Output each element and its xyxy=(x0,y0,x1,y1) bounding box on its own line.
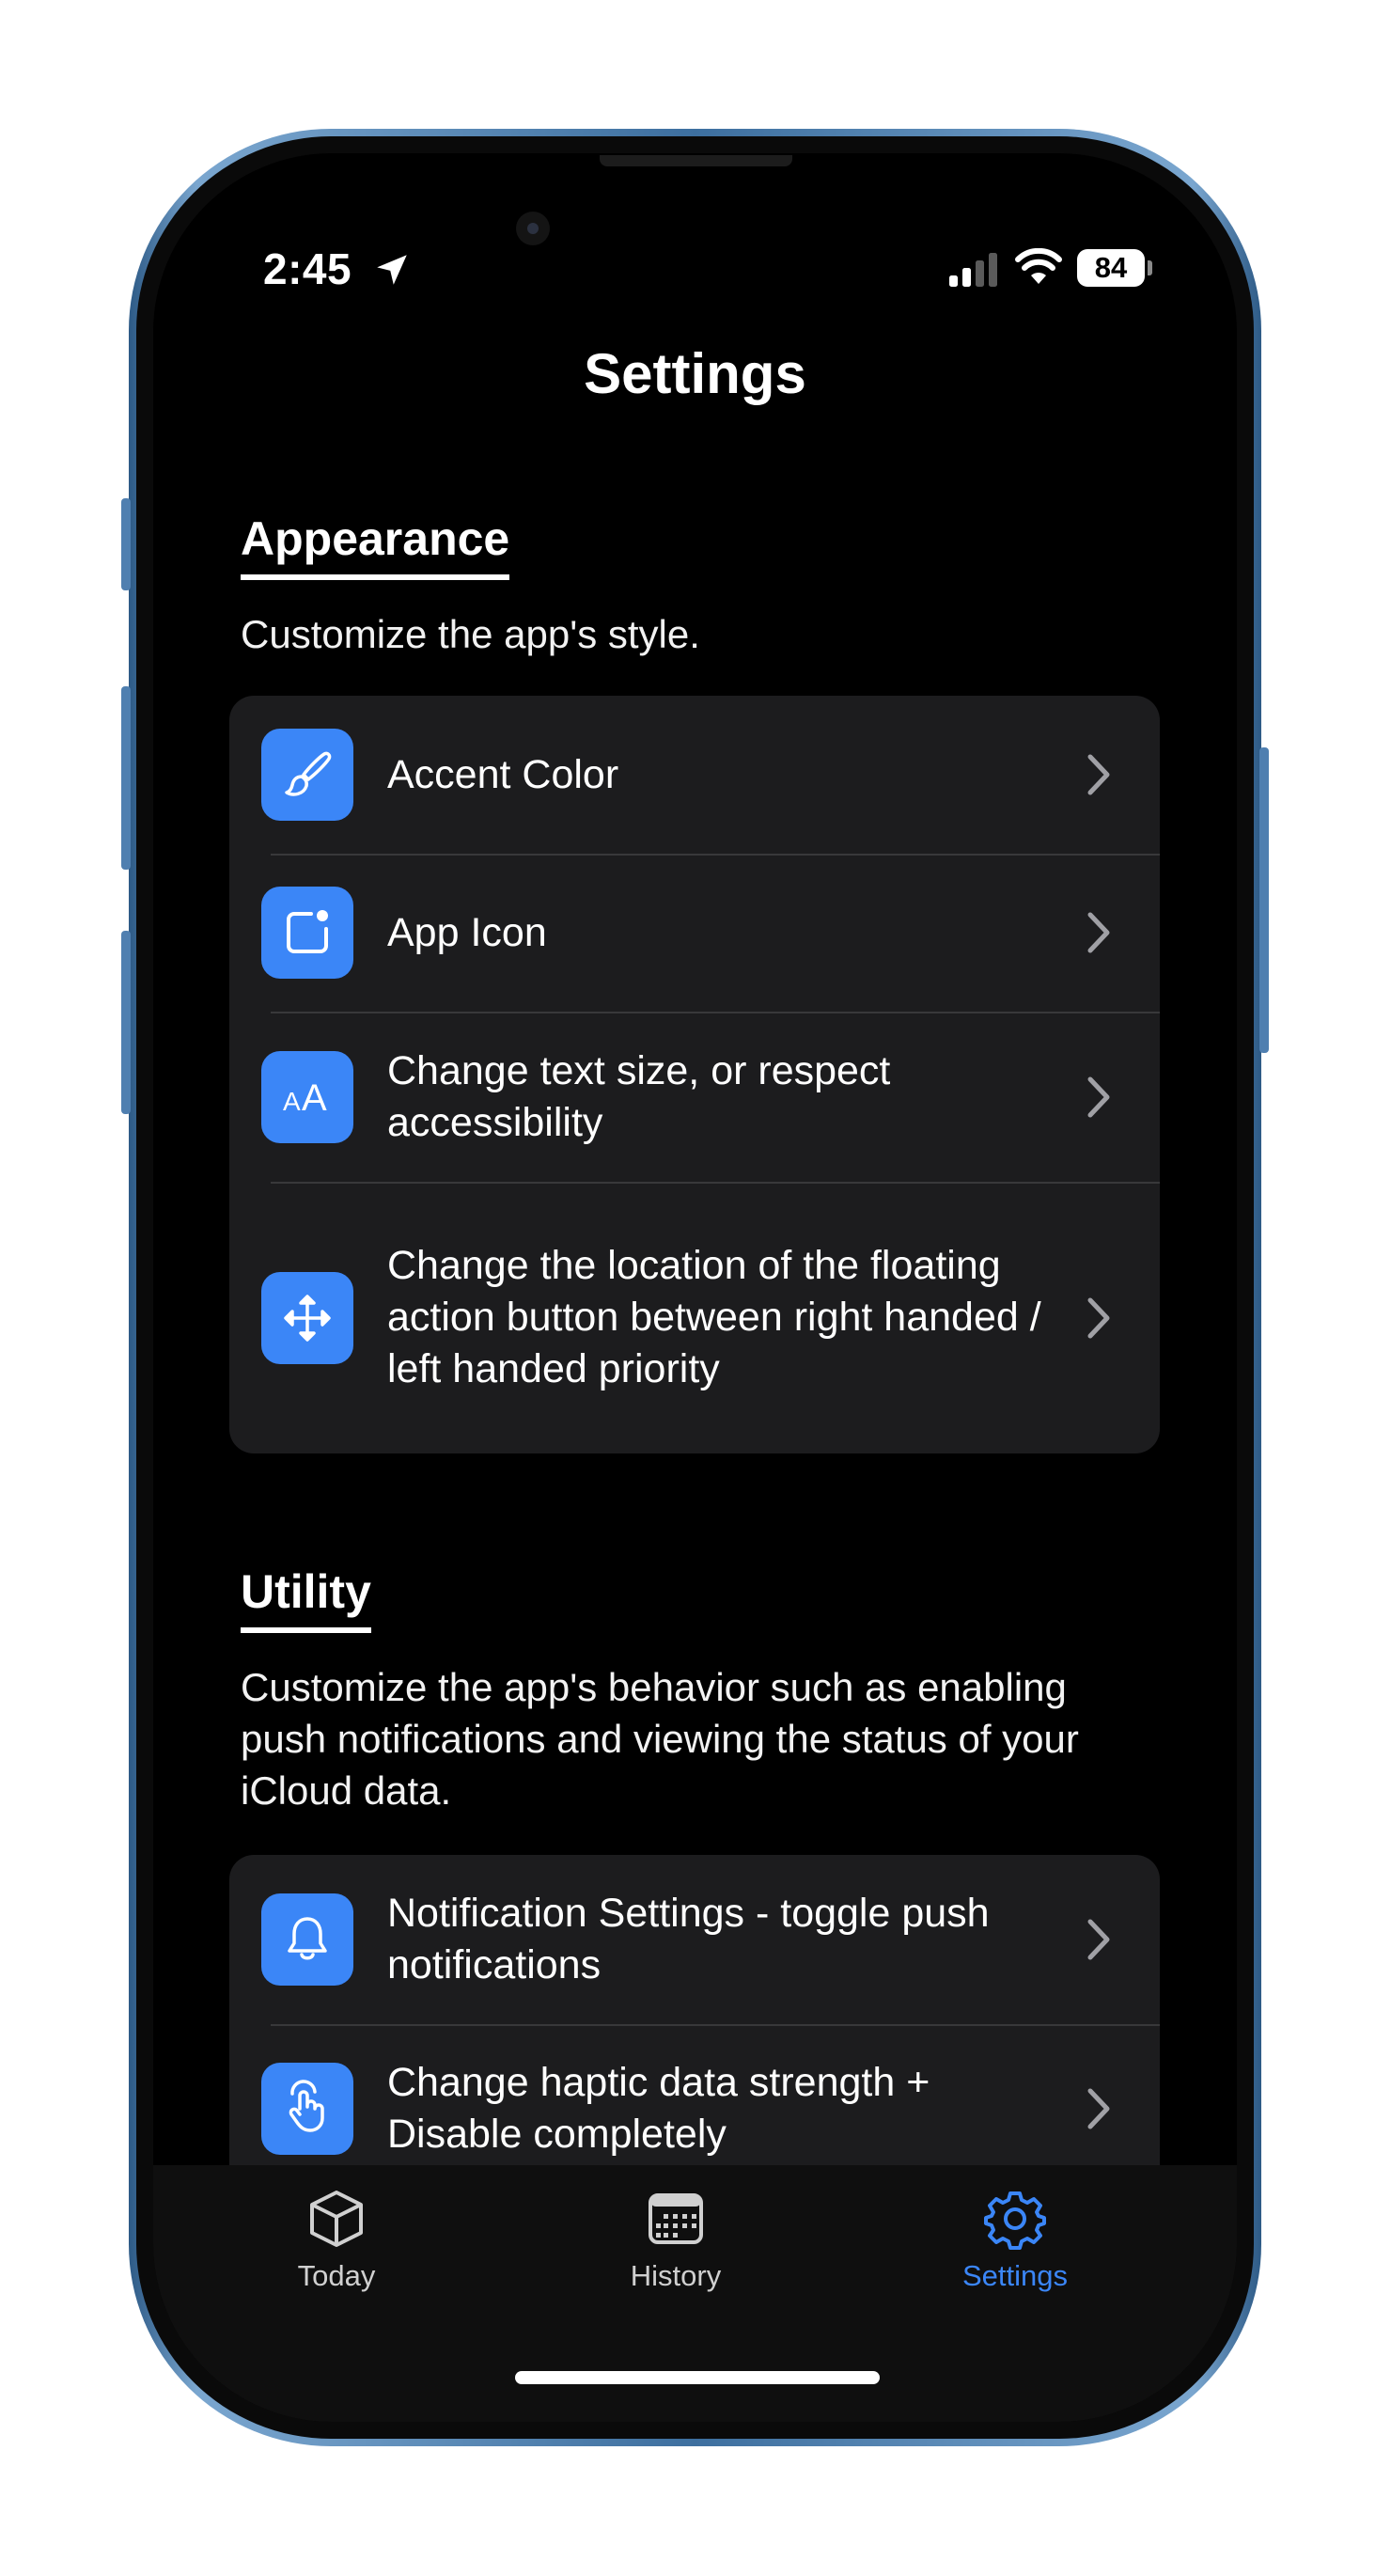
page-title: Settings xyxy=(584,342,806,405)
chevron-right-icon xyxy=(1087,912,1110,953)
home-indicator[interactable] xyxy=(515,2371,880,2384)
settings-row-label: Change haptic data strength + Disable co… xyxy=(387,2060,930,2157)
section-title-appearance: Appearance xyxy=(241,510,510,580)
bell-icon xyxy=(261,1893,353,1986)
svg-text:A: A xyxy=(302,1077,327,1119)
tab-settings[interactable]: Settings xyxy=(902,2186,1128,2293)
text-size-icon: A A xyxy=(261,1050,353,1143)
front-camera xyxy=(516,212,550,245)
tab-history[interactable]: History xyxy=(563,2186,789,2293)
cube-icon xyxy=(310,2191,363,2247)
tab-label: Settings xyxy=(961,2259,1068,2292)
section-title-utility: Utility xyxy=(241,1563,371,1633)
tab-label: Today xyxy=(297,2259,376,2292)
appearance-group: Accent Color App Icon A A Change text si… xyxy=(229,696,1160,1453)
tab-label: History xyxy=(630,2259,722,2292)
screen: 2:45 84 Settings Appearance Customize th… xyxy=(153,153,1237,2422)
move-arrows-icon xyxy=(261,1271,353,1364)
power-button xyxy=(1259,747,1269,1053)
tab-today[interactable]: Today xyxy=(224,2186,449,2293)
settings-row-text-size[interactable]: A A Change text size, or respect accessi… xyxy=(229,1012,1160,1182)
tap-hand-icon xyxy=(261,2063,353,2155)
status-time: 2:45 xyxy=(263,244,352,293)
chevron-right-icon xyxy=(1087,1919,1110,1960)
utility-group: Notification Settings - toggle push noti… xyxy=(229,1855,1160,2193)
chevron-right-icon xyxy=(1087,1297,1110,1338)
settings-row-label: Accent Color xyxy=(387,751,619,797)
chevron-right-icon xyxy=(1087,2088,1110,2129)
gear-icon xyxy=(984,2191,1046,2250)
battery-indicator: 84 xyxy=(1077,249,1145,287)
earpiece xyxy=(600,155,792,166)
settings-row-label: Change text size, or respect accessibili… xyxy=(387,1047,891,1145)
svg-text:A: A xyxy=(283,1087,301,1116)
calendar-icon xyxy=(649,2193,703,2244)
settings-row-fab-location[interactable]: Change the location of the floating acti… xyxy=(229,1182,1160,1453)
battery-tip xyxy=(1148,260,1152,275)
action-button xyxy=(121,498,131,590)
settings-row-label: Notification Settings - toggle push noti… xyxy=(387,1891,990,1987)
settings-row-accent-color[interactable]: Accent Color xyxy=(229,696,1160,854)
location-arrow-icon xyxy=(377,255,407,285)
paintbrush-icon xyxy=(261,729,353,821)
wifi-icon xyxy=(1015,248,1062,284)
settings-row-label: App Icon xyxy=(387,909,547,955)
settings-row-label: Change the location of the floating acti… xyxy=(387,1243,1041,1391)
settings-row-app-icon[interactable]: App Icon xyxy=(229,854,1160,1012)
settings-row-notification-settings[interactable]: Notification Settings - toggle push noti… xyxy=(229,1855,1160,2024)
chevron-right-icon xyxy=(1087,754,1110,795)
volume-down-button xyxy=(121,931,131,1114)
chevron-right-icon xyxy=(1087,1076,1110,1117)
volume-up-button xyxy=(121,686,131,870)
app-icon-icon xyxy=(261,887,353,979)
section-description-appearance: Customize the app's style. xyxy=(241,612,700,656)
cellular-signal-icon xyxy=(949,253,997,287)
section-description-utility: Customize the app's behavior such as ena… xyxy=(241,1665,1079,1813)
